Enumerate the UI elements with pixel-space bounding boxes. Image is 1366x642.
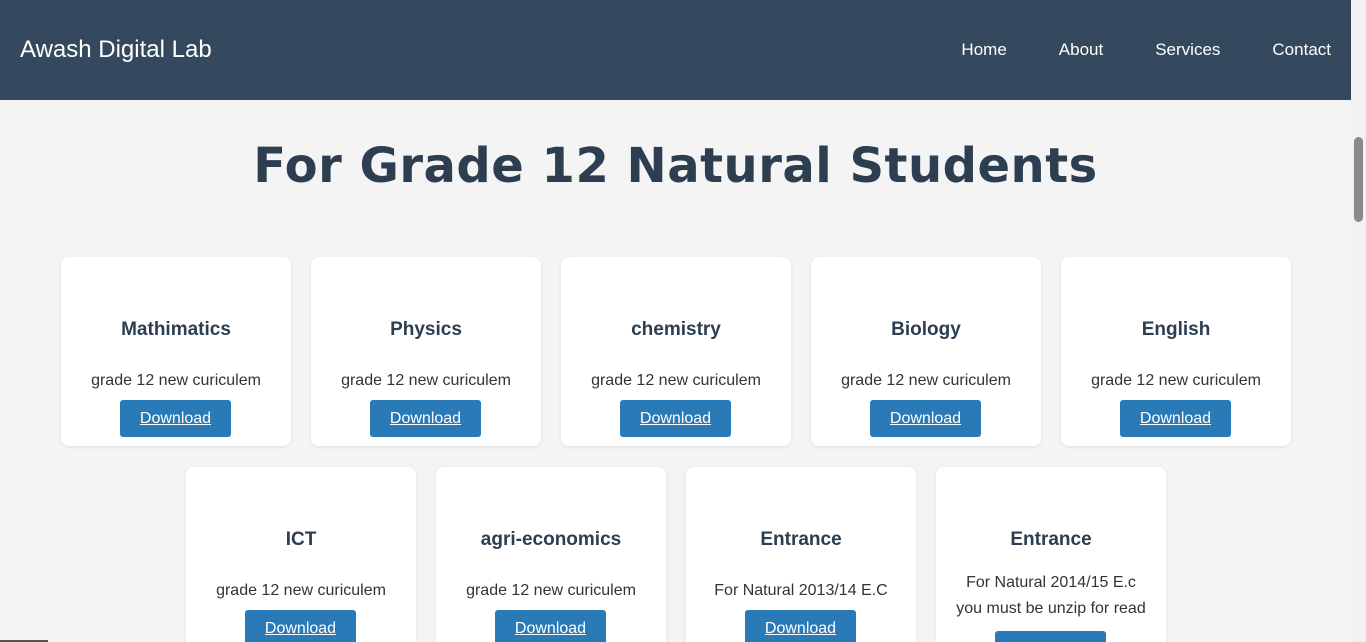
- card-title: Biology: [891, 319, 961, 340]
- card-description: grade 12 new curiculem: [216, 582, 386, 599]
- course-card-english: English grade 12 new curiculem Download: [1061, 257, 1291, 446]
- card-description: For Natural 2014/15 E.c: [966, 574, 1136, 591]
- download-button[interactable]: Download: [620, 400, 731, 437]
- card-title: chemistry: [631, 319, 721, 340]
- card-title: Physics: [390, 319, 462, 340]
- nav-links: Home About Services Contact: [961, 40, 1331, 60]
- course-card-entrance-2013: Entrance For Natural 2013/14 E.C Downloa…: [686, 467, 916, 642]
- card-description: grade 12 new curiculem: [591, 372, 761, 389]
- nav-link-contact[interactable]: Contact: [1272, 40, 1331, 60]
- card-description: grade 12 new curiculem: [1091, 372, 1261, 389]
- download-button[interactable]: Download: [120, 400, 231, 437]
- course-card-agri-economics: agri-economics grade 12 new curiculem Do…: [436, 467, 666, 642]
- download-button[interactable]: Download: [745, 610, 856, 642]
- download-button[interactable]: Download: [870, 400, 981, 437]
- download-button[interactable]: Download: [995, 631, 1106, 642]
- course-card-ict: ICT grade 12 new curiculem Download: [186, 467, 416, 642]
- scrollbar[interactable]: [1351, 0, 1366, 642]
- card-title: Mathimatics: [121, 319, 231, 340]
- course-card-biology: Biology grade 12 new curiculem Download: [811, 257, 1041, 446]
- navbar: Awash Digital Lab Home About Services Co…: [0, 0, 1351, 100]
- course-card-physics: Physics grade 12 new curiculem Download: [311, 257, 541, 446]
- card-description: grade 12 new curiculem: [466, 582, 636, 599]
- card-description: grade 12 new curiculem: [841, 372, 1011, 389]
- card-title: English: [1141, 319, 1211, 340]
- download-button[interactable]: Download: [245, 610, 356, 642]
- course-card-entrance-2014: Entrance For Natural 2014/15 E.c you mus…: [936, 467, 1166, 642]
- course-card-mathimatics: Mathimatics grade 12 new curiculem Downl…: [61, 257, 291, 446]
- card-description: grade 12 new curiculem: [341, 372, 511, 389]
- card-description: grade 12 new curiculem: [91, 372, 261, 389]
- download-button[interactable]: Download: [370, 400, 481, 437]
- scrollbar-thumb[interactable]: [1354, 137, 1363, 222]
- card-description: For Natural 2013/14 E.C: [714, 582, 888, 599]
- card-title: ICT: [285, 529, 317, 550]
- nav-link-about[interactable]: About: [1059, 40, 1103, 60]
- card-title: Entrance: [1010, 529, 1092, 550]
- download-button[interactable]: Download: [1120, 400, 1231, 437]
- card-title: Entrance: [760, 529, 842, 550]
- card-title: agri-economics: [480, 529, 622, 550]
- card-description-note: you must be unzip for read: [956, 600, 1146, 617]
- nav-link-home[interactable]: Home: [961, 40, 1006, 60]
- download-button[interactable]: Download: [495, 610, 606, 642]
- nav-link-services[interactable]: Services: [1155, 40, 1220, 60]
- brand-logo-text[interactable]: Awash Digital Lab: [20, 36, 212, 64]
- course-card-chemistry: chemistry grade 12 new curiculem Downloa…: [561, 257, 791, 446]
- page-title: For Grade 12 Natural Students: [253, 138, 1098, 194]
